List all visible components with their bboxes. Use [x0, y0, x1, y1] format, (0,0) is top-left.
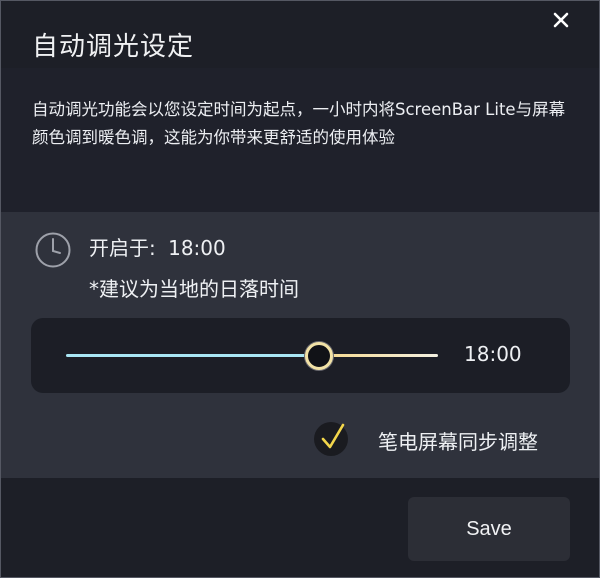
close-icon[interactable]: [551, 10, 571, 30]
description-section: 自动调光功能会以您设定时间为起点，一小时内将ScreenBar Lite与屏幕颜…: [1, 68, 599, 212]
sunset-hint: *建议为当地的日落时间: [89, 277, 299, 301]
title-bar: 自动调光设定: [1, 1, 599, 68]
slider-track-warm[interactable]: [318, 354, 438, 357]
clock-icon: [34, 231, 72, 269]
start-label: 开启于:: [89, 236, 156, 260]
description-text: 自动调光功能会以您设定时间为起点，一小时内将ScreenBar Lite与屏幕颜…: [32, 100, 566, 147]
auto-dimming-dialog: 自动调光设定 自动调光功能会以您设定时间为起点，一小时内将ScreenBar L…: [0, 0, 600, 578]
start-time-row: 开启于: 18:00: [89, 232, 232, 261]
sync-label: 笔电屏幕同步调整: [378, 430, 538, 454]
settings-section: 开启于: 18:00 *建议为当地的日落时间 18:00 笔电屏幕同步调整: [1, 212, 599, 478]
time-slider-panel: 18:00: [31, 318, 570, 393]
slider-value: 18:00: [464, 342, 522, 366]
start-time: 18:00: [168, 236, 226, 260]
dialog-title: 自动调光设定: [32, 32, 195, 62]
save-button[interactable]: Save: [408, 497, 570, 561]
slider-knob[interactable]: [304, 342, 333, 370]
footer: Save: [1, 478, 599, 577]
slider-track-cool[interactable]: [66, 354, 319, 357]
checkbox[interactable]: [314, 422, 348, 456]
